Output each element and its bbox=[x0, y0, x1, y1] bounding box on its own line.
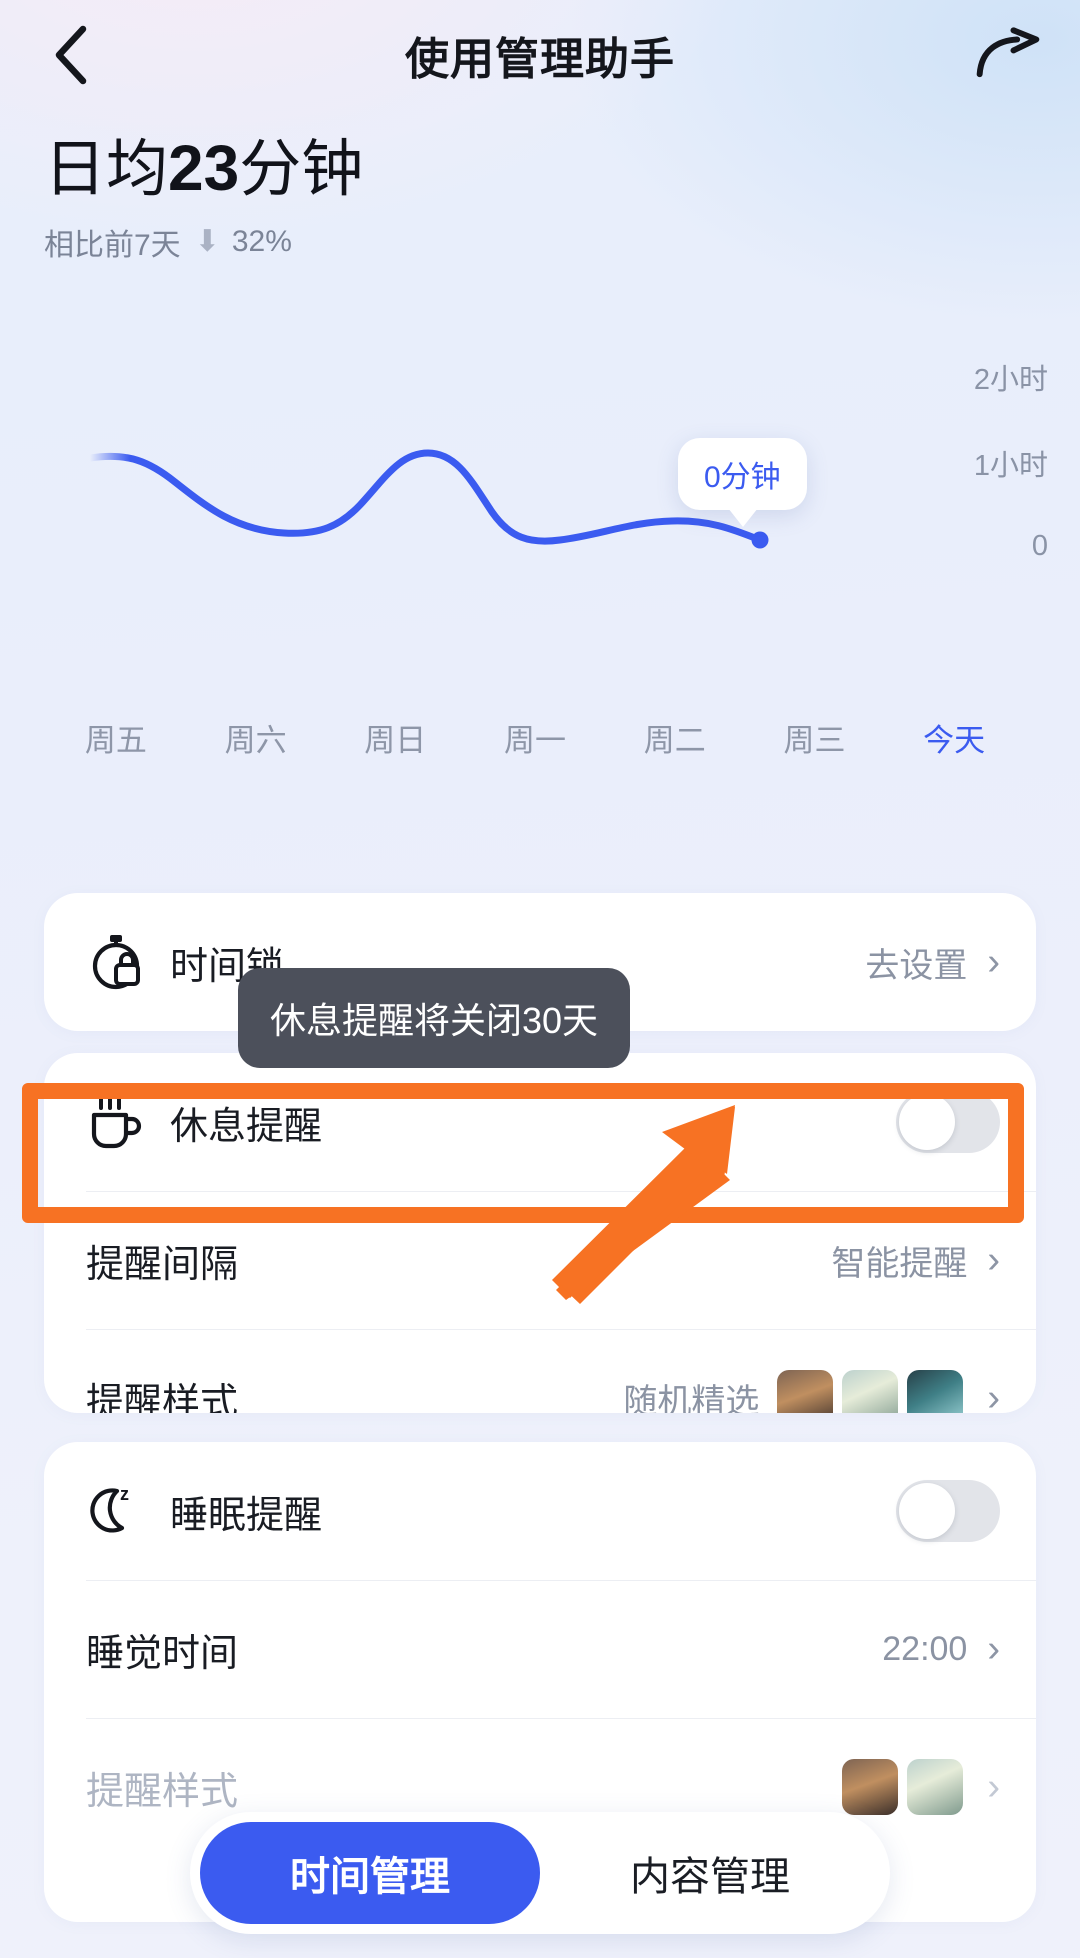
chart-line bbox=[86, 449, 764, 545]
toast-message: 休息提醒将关闭30天 bbox=[238, 968, 630, 1068]
toast-text: 休息提醒将关闭30天 bbox=[269, 1000, 599, 1041]
chevron-right-icon: › bbox=[987, 1377, 1000, 1413]
time-lock-value: 去设置 bbox=[865, 946, 968, 985]
page-title: 使用管理助手 bbox=[405, 35, 675, 84]
lighthouse-thumb bbox=[907, 1759, 964, 1815]
lighthouse-thumb bbox=[842, 1370, 899, 1413]
moon-sleep-icon: z bbox=[90, 1484, 129, 1533]
axis-label-2h: 2小时 bbox=[973, 364, 1048, 396]
time-lock-icon bbox=[92, 935, 140, 990]
day-label-1[interactable]: 周六 bbox=[186, 715, 326, 760]
trend-compare-label: 相比前7天 bbox=[44, 228, 181, 262]
row-break-reminder[interactable]: 休息提醒 bbox=[44, 1053, 1036, 1191]
day-label-6[interactable]: 今天 bbox=[884, 715, 1024, 760]
moon-sleep-icon-wrap: z bbox=[86, 1482, 148, 1540]
axis-label-0: 0 bbox=[1031, 530, 1048, 562]
time-lock-icon-wrap bbox=[86, 933, 148, 991]
app-screen: 使用管理助手 日均23分钟 相比前7天 ⬇ 32% 2小时 1小时 0 0分钟 … bbox=[0, 0, 1080, 1958]
sleep-reminder-toggle[interactable] bbox=[896, 1480, 1000, 1542]
arrow-down-icon: ⬇ bbox=[194, 224, 220, 258]
bedtime-label: 睡觉时间 bbox=[86, 1632, 239, 1675]
row-reminder-interval[interactable]: 提醒间隔 智能提醒 › bbox=[44, 1191, 1036, 1329]
reminder-interval-label: 提醒间隔 bbox=[86, 1243, 239, 1286]
bottom-tab-bar: 时间管理 内容管理 bbox=[190, 1812, 890, 1934]
day-label-0[interactable]: 周五 bbox=[46, 715, 186, 760]
usage-line-chart bbox=[86, 449, 769, 549]
back-button[interactable] bbox=[40, 23, 104, 87]
daily-average: 日均23分钟 bbox=[44, 132, 363, 206]
sunset-thumb bbox=[842, 1759, 899, 1815]
break-reminder-toggle[interactable] bbox=[896, 1091, 1000, 1153]
day-label-2[interactable]: 周日 bbox=[325, 715, 465, 760]
chart-tooltip-text: 0分钟 bbox=[704, 461, 781, 494]
usage-chart: 2小时 1小时 0 0分钟 bbox=[0, 330, 1080, 670]
ocean-thumb bbox=[907, 1370, 964, 1413]
navigation-bar: 使用管理助手 bbox=[0, 0, 1080, 110]
break-reminder-label: 休息提醒 bbox=[170, 1105, 323, 1148]
chart-day-labels: 周五 周六 周日 周一 周二 周三 今天 bbox=[0, 715, 1080, 760]
share-button[interactable] bbox=[976, 23, 1040, 87]
row-sleep-reminder[interactable]: z 睡眠提醒 bbox=[44, 1442, 1036, 1580]
chart-active-point bbox=[751, 531, 769, 549]
chevron-right-icon: › bbox=[987, 1766, 1000, 1808]
row-reminder-style[interactable]: 提醒样式 随机精选 › bbox=[44, 1329, 1036, 1413]
coffee-cup-icon-wrap bbox=[86, 1093, 148, 1151]
chevron-left-icon bbox=[55, 25, 87, 85]
reminder-style-thumbnails bbox=[777, 1370, 964, 1413]
chevron-right-icon: › bbox=[987, 1239, 1000, 1281]
sunset-thumb bbox=[777, 1370, 834, 1413]
tab-content-management[interactable]: 内容管理 bbox=[540, 1822, 880, 1924]
axis-label-1h: 1小时 bbox=[973, 450, 1048, 482]
day-label-3[interactable]: 周一 bbox=[465, 715, 605, 760]
chevron-right-icon: › bbox=[987, 1628, 1000, 1670]
tab-time-management[interactable]: 时间管理 bbox=[200, 1822, 540, 1924]
daily-average-prefix: 日均 bbox=[44, 135, 169, 204]
bedtime-value: 22:00 bbox=[882, 1629, 968, 1668]
daily-average-unit: 分钟 bbox=[239, 135, 364, 204]
daily-average-value: 23 bbox=[168, 132, 240, 204]
svg-text:z: z bbox=[120, 1484, 129, 1504]
break-reminder-card: 休息提醒 提醒间隔 智能提醒 › 提醒样式 随机精选 › bbox=[44, 1053, 1036, 1413]
trend-percent: 32% bbox=[231, 224, 292, 258]
sleep-reminder-label: 睡眠提醒 bbox=[170, 1494, 323, 1537]
share-arrow-icon bbox=[976, 27, 1040, 78]
toggle-knob bbox=[899, 1483, 955, 1539]
reminder-interval-value: 智能提醒 bbox=[831, 1244, 968, 1283]
day-label-4[interactable]: 周二 bbox=[605, 715, 745, 760]
usage-summary: 日均23分钟 相比前7天 ⬇ 32% bbox=[44, 132, 363, 264]
sleep-style-thumbnails bbox=[842, 1759, 964, 1815]
day-label-5[interactable]: 周三 bbox=[745, 715, 885, 760]
toggle-knob bbox=[899, 1094, 955, 1150]
coffee-cup-icon bbox=[91, 1095, 142, 1149]
sleep-reminder-style-label: 提醒样式 bbox=[86, 1770, 239, 1813]
trend-row: 相比前7天 ⬇ 32% bbox=[44, 220, 363, 264]
row-bedtime[interactable]: 睡觉时间 22:00 › bbox=[44, 1580, 1036, 1718]
reminder-style-label: 提醒样式 bbox=[86, 1381, 239, 1414]
chevron-right-icon: › bbox=[987, 941, 1000, 983]
reminder-style-value: 随机精选 bbox=[623, 1382, 760, 1414]
chart-tooltip: 0分钟 bbox=[678, 438, 807, 527]
